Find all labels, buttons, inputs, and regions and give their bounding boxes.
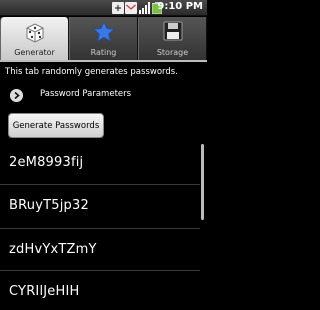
tab-label: Generator — [14, 48, 55, 57]
tab-underline — [0, 60, 207, 62]
gmail-icon — [125, 2, 137, 14]
tab-storage[interactable]: Storage — [138, 17, 207, 60]
list-scrollbar[interactable] — [201, 144, 204, 220]
chevron-right-icon — [10, 89, 23, 102]
status-bar: 9:10 PM — [0, 0, 207, 16]
dice-icon — [26, 23, 43, 43]
star-icon — [92, 21, 115, 42]
password-text: zdHvYxTZmY — [9, 241, 97, 257]
tab-description: This tab randomly generates passwords. — [5, 67, 178, 77]
tab-generator[interactable]: Generator — [0, 17, 69, 60]
password-parameters-label: Password Parameters — [40, 89, 132, 99]
status-time: 9:10 PM — [157, 1, 203, 12]
password-list[interactable]: 2eM8993fij BRuyT5jp32 zdHvYxTZmY CYRIlJe… — [0, 142, 207, 310]
password-text: 2eM8993fij — [9, 154, 84, 170]
list-item[interactable]: BRuyT5jp32 — [0, 185, 200, 225]
list-item[interactable]: CYRIlJeHIH — [0, 271, 200, 310]
usb-icon — [112, 2, 124, 14]
tab-bar: Generator Rating Storage — [0, 17, 207, 60]
password-text: BRuyT5jp32 — [9, 197, 89, 213]
list-item[interactable]: 2eM8993fij — [0, 142, 200, 182]
generate-passwords-button[interactable]: Generate Passwords — [8, 113, 104, 138]
floppy-disk-icon — [163, 21, 182, 41]
password-parameters-toggle[interactable]: Password Parameters — [8, 87, 198, 103]
tab-label: Rating — [90, 48, 117, 57]
tab-label: Storage — [156, 48, 189, 57]
list-item[interactable]: zdHvYxTZmY — [0, 229, 200, 269]
password-text: CYRIlJeHIH — [9, 283, 80, 299]
tab-rating[interactable]: Rating — [69, 17, 138, 60]
signal-icon — [139, 2, 150, 14]
